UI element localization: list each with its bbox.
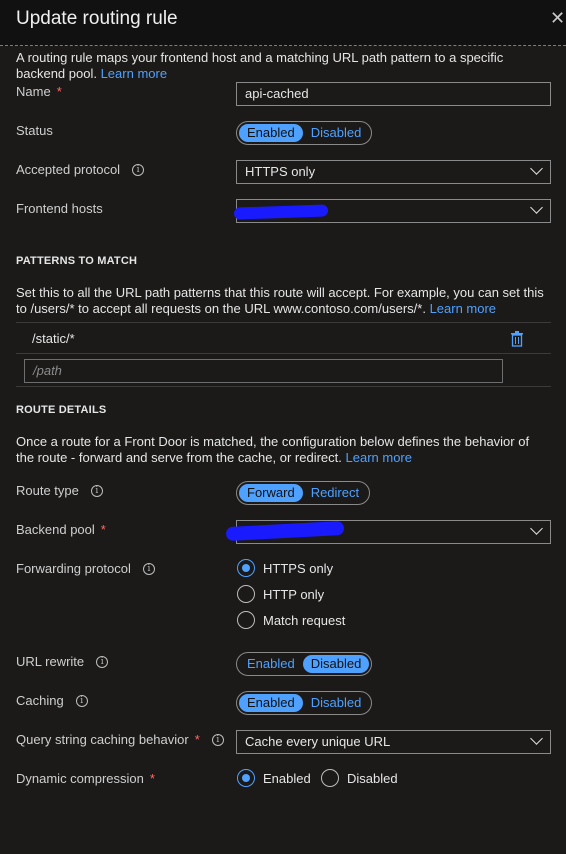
query-string-label: Query string caching behavior * i — [16, 732, 224, 747]
backend-pool-label: Backend pool * — [16, 522, 106, 537]
url-rewrite-disabled-option[interactable]: Disabled — [302, 655, 370, 673]
frontend-hosts-label: Frontend hosts — [16, 201, 103, 216]
caching-enabled-option[interactable]: Enabled — [239, 694, 303, 712]
radio-compression-enabled[interactable]: Enabled — [237, 769, 311, 787]
required-marker: * — [194, 732, 200, 747]
radio-http-only[interactable]: HTTP only — [237, 585, 324, 603]
status-label: Status — [16, 123, 53, 138]
caching-disabled-option[interactable]: Disabled — [303, 694, 370, 712]
url-rewrite-toggle[interactable]: Enabled Disabled — [236, 652, 373, 676]
route-type-label: Route type i — [16, 483, 103, 498]
info-icon[interactable]: i — [142, 562, 155, 575]
learn-more-link[interactable]: Learn more — [101, 66, 167, 81]
divider — [16, 386, 551, 387]
caching-toggle[interactable]: Enabled Disabled — [236, 691, 373, 715]
radio-button[interactable] — [237, 611, 255, 629]
route-learn-more-link[interactable]: Learn more — [346, 450, 412, 465]
trash-icon[interactable] — [510, 331, 524, 347]
query-string-label-text: Query string caching behavior — [16, 732, 189, 747]
radio-https-only[interactable]: HTTPS only — [237, 559, 333, 577]
backend-pool-label-text: Backend pool — [16, 522, 95, 537]
frontend-hosts-label-text: Frontend hosts — [16, 201, 103, 216]
name-field[interactable]: api-cached — [236, 82, 551, 106]
route-type-label-text: Route type — [16, 483, 79, 498]
intro-description: A routing rule maps your frontend host a… — [16, 50, 546, 82]
required-marker: * — [100, 522, 106, 537]
radio-button[interactable] — [237, 585, 255, 603]
close-icon[interactable]: ✕ — [550, 8, 566, 28]
pattern-item: /static/* — [32, 331, 75, 346]
url-rewrite-label: URL rewrite i — [16, 654, 109, 669]
status-disabled-option[interactable]: Disabled — [303, 124, 370, 142]
route-details-description: Once a route for a Front Door is matched… — [16, 434, 546, 466]
accepted-protocol-value: HTTPS only — [245, 164, 316, 179]
accepted-protocol-label: Accepted protocol i — [16, 162, 145, 177]
radio-label: HTTPS only — [263, 560, 334, 576]
radio-button[interactable] — [237, 559, 255, 577]
query-string-value: Cache every unique URL — [245, 734, 391, 749]
patterns-learn-more-link[interactable]: Learn more — [430, 301, 496, 316]
title-bar: Update routing rule ✕ — [0, 0, 566, 46]
url-rewrite-enabled-option[interactable]: Enabled — [239, 655, 303, 673]
patterns-description: Set this to all the URL path patterns th… — [16, 285, 546, 317]
info-icon[interactable]: i — [96, 655, 109, 668]
path-input[interactable]: /path — [24, 359, 503, 383]
radio-button[interactable] — [237, 769, 255, 787]
info-icon[interactable]: i — [211, 733, 224, 746]
status-enabled-option[interactable]: Enabled — [239, 124, 303, 142]
chevron-down-icon — [530, 162, 543, 175]
url-rewrite-label-text: URL rewrite — [16, 654, 85, 669]
forwarding-protocol-label-text: Forwarding protocol — [16, 561, 131, 576]
name-label-text: Name — [16, 84, 51, 99]
route-type-toggle[interactable]: Forward Redirect — [236, 481, 371, 505]
forwarding-protocol-label: Forwarding protocol i — [16, 561, 155, 576]
path-placeholder: /path — [33, 363, 62, 378]
radio-button[interactable] — [321, 769, 339, 787]
intro-text: A routing rule maps your frontend host a… — [16, 50, 504, 81]
page-title: Update routing rule — [16, 8, 178, 29]
patterns-heading: PATTERNS TO MATCH — [16, 255, 138, 267]
route-redirect-option[interactable]: Redirect — [303, 484, 367, 502]
caching-label-text: Caching — [16, 693, 64, 708]
radio-label: Enabled — [263, 770, 311, 786]
chevron-down-icon — [530, 201, 543, 214]
radio-match-request[interactable]: Match request — [237, 611, 345, 629]
route-forward-option[interactable]: Forward — [239, 484, 303, 502]
info-icon[interactable]: i — [75, 694, 88, 707]
dynamic-compression-label: Dynamic compression * — [16, 771, 155, 786]
accepted-protocol-dropdown[interactable]: HTTPS only — [236, 160, 551, 184]
chevron-down-icon — [530, 732, 543, 745]
accepted-protocol-label-text: Accepted protocol — [16, 162, 121, 177]
query-string-dropdown[interactable]: Cache every unique URL — [236, 730, 551, 754]
required-marker: * — [149, 771, 155, 786]
radio-label: HTTP only — [263, 586, 325, 602]
dynamic-compression-label-text: Dynamic compression — [16, 771, 144, 786]
status-label-text: Status — [16, 123, 53, 138]
route-details-heading: ROUTE DETAILS — [16, 404, 107, 416]
divider — [16, 322, 551, 323]
route-details-text: Once a route for a Front Door is matched… — [16, 434, 530, 465]
status-toggle[interactable]: Enabled Disabled — [236, 121, 373, 145]
info-icon[interactable]: i — [132, 163, 145, 176]
name-field-value: api-cached — [245, 86, 309, 101]
info-icon[interactable]: i — [90, 484, 103, 497]
radio-compression-disabled[interactable]: Disabled — [321, 769, 398, 787]
required-marker: * — [56, 84, 62, 99]
radio-label: Match request — [263, 612, 346, 628]
divider — [16, 353, 551, 354]
radio-label: Disabled — [347, 770, 398, 786]
name-label: Name * — [16, 84, 62, 99]
chevron-down-icon — [530, 522, 543, 535]
caching-label: Caching i — [16, 693, 88, 708]
